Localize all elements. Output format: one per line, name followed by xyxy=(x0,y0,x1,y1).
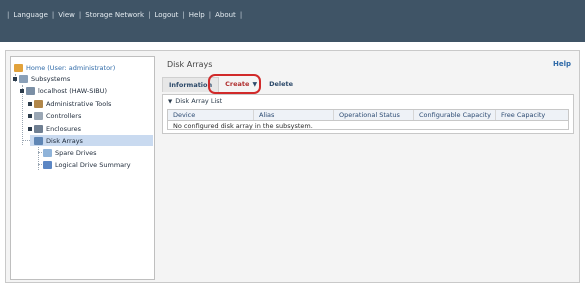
tree-item-enclosures[interactable]: Enclosures xyxy=(28,123,81,134)
collapse-icon[interactable] xyxy=(13,76,17,81)
tree-line xyxy=(22,140,30,141)
tree-item-disk-arrays[interactable]: Disk Arrays xyxy=(30,135,153,146)
panel-header[interactable]: ▼ Disk Array List xyxy=(168,97,222,105)
empty-table-message: No configured disk array in the subsyste… xyxy=(173,122,313,130)
tree-item-localhost[interactable]: localhost (HAW-SIBU) xyxy=(20,85,107,96)
spare-drive-icon xyxy=(43,148,52,157)
separator: | xyxy=(51,11,55,19)
tree-item-label: Disk Arrays xyxy=(46,136,83,145)
menu-view[interactable]: View xyxy=(58,11,75,19)
top-navigation-bar: | Language | View | Storage Network | Lo… xyxy=(0,0,585,42)
separator: | xyxy=(239,11,243,19)
tree-item-label: Spare Drives xyxy=(55,148,97,157)
column-header-free-capacity[interactable]: Free Capacity xyxy=(496,110,568,120)
tree-item-subsystems[interactable]: Subsystems xyxy=(13,73,70,84)
expand-icon[interactable] xyxy=(28,101,32,106)
menu-help[interactable]: Help xyxy=(189,11,205,19)
tree-item-label: Logical Drive Summary xyxy=(55,160,131,169)
tree-item-label: Subsystems xyxy=(31,74,71,83)
panel-title: Disk Array List xyxy=(175,97,223,105)
tree-item-label: Enclosures xyxy=(46,124,82,133)
top-menu: | Language | View | Storage Network | Lo… xyxy=(3,8,246,22)
collapse-icon[interactable] xyxy=(20,88,24,93)
column-header-device[interactable]: Device xyxy=(168,110,254,120)
expand-icon[interactable] xyxy=(28,113,32,118)
home-icon xyxy=(14,63,23,72)
separator: | xyxy=(182,11,185,19)
help-link[interactable]: Help xyxy=(553,60,571,68)
page-title: Disk Arrays xyxy=(167,60,213,69)
separator: | xyxy=(208,11,212,19)
server-icon xyxy=(26,86,35,95)
separator: | xyxy=(148,11,151,19)
column-header-alias[interactable]: Alias xyxy=(254,110,334,120)
tree-item-label: Home (User: administrator) xyxy=(26,63,116,72)
menu-logout[interactable]: Logout xyxy=(154,11,178,19)
tab-label: Delete xyxy=(269,80,294,88)
menu-about[interactable]: About xyxy=(215,11,236,19)
separator: | xyxy=(78,11,82,19)
disk-array-icon xyxy=(34,136,43,145)
menu-storage-network[interactable]: Storage Network xyxy=(85,11,144,19)
enclosure-icon xyxy=(34,124,43,133)
tree-item-label: Controllers xyxy=(46,111,82,120)
logical-drive-icon xyxy=(43,160,52,169)
column-header-configurable-capacity[interactable]: Configurable Capacity xyxy=(414,110,496,120)
tree-item-label: Administrative Tools xyxy=(46,99,112,108)
subsystem-icon xyxy=(19,74,28,83)
controller-icon xyxy=(34,111,43,120)
tools-icon xyxy=(34,99,43,108)
tree-item-spare-drives[interactable]: Spare Drives xyxy=(43,147,97,158)
expand-icon[interactable] xyxy=(28,126,32,131)
menu-language[interactable]: Language xyxy=(13,11,48,19)
separator: | xyxy=(7,11,10,19)
tree-item-label: localhost (HAW-SIBU) xyxy=(38,86,108,95)
tree-item-controllers[interactable]: Controllers xyxy=(28,110,81,121)
tree-item-administrative-tools[interactable]: Administrative Tools xyxy=(28,98,111,109)
column-header-operational-status[interactable]: Operational Status xyxy=(334,110,414,120)
tab-label: Information xyxy=(169,81,213,89)
tree-item-logical-drive-summary[interactable]: Logical Drive Summary xyxy=(43,159,131,170)
tab-delete[interactable]: Delete xyxy=(263,77,299,91)
tree-item-home[interactable]: Home (User: administrator) xyxy=(14,62,115,73)
disk-array-table: Device Alias Operational Status Configur… xyxy=(167,109,569,130)
create-highlight-outline xyxy=(208,74,261,94)
table-header-row: Device Alias Operational Status Configur… xyxy=(168,110,568,121)
collapse-arrow-icon: ▼ xyxy=(168,99,173,105)
